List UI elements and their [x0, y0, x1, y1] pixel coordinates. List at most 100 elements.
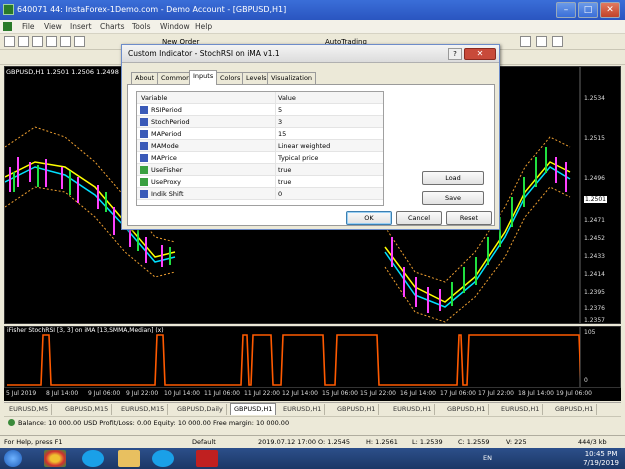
- chart-tab[interactable]: EURUSD,H1: [498, 404, 544, 415]
- param-row[interactable]: MAPeriod 15: [137, 128, 383, 140]
- time-label: 17 Jul 06:00: [440, 390, 476, 397]
- dialog-close-button[interactable]: ✕: [464, 48, 496, 60]
- time-label: 18 Jul 14:00: [518, 390, 554, 397]
- minimize-button[interactable]: –: [556, 2, 576, 18]
- chart-tab[interactable]: EURUSD,H1: [390, 404, 436, 415]
- ind-scale-label: 0: [584, 377, 588, 384]
- metatrader-icon[interactable]: [196, 450, 218, 467]
- indicator-scale: 105 0: [580, 326, 621, 388]
- int-param-icon: [140, 118, 148, 126]
- menu-tools[interactable]: Tools: [132, 22, 150, 31]
- chart-tab[interactable]: GBPUSD,H1: [334, 404, 380, 415]
- market-watch-icon[interactable]: [32, 36, 43, 47]
- price-label: 1.2376: [584, 305, 605, 312]
- maximize-button[interactable]: □: [578, 2, 598, 18]
- param-name: UseFisher: [151, 166, 183, 174]
- chrome-icon[interactable]: [44, 450, 66, 467]
- menu-insert[interactable]: Insert: [70, 22, 92, 31]
- close-window-button[interactable]: ✕: [600, 2, 620, 18]
- status-volume: V: 225: [506, 438, 527, 446]
- clock-date: 7/19/2019: [583, 459, 619, 467]
- param-row[interactable]: StochPeriod 3: [137, 116, 383, 128]
- grid-header: Variable Value: [137, 92, 383, 104]
- profiles-icon[interactable]: [18, 36, 29, 47]
- col-variable: Variable: [141, 94, 168, 102]
- dialog-help-button[interactable]: ?: [448, 48, 462, 60]
- load-button[interactable]: Load: [422, 171, 484, 185]
- tester-icon[interactable]: [74, 36, 85, 47]
- time-label: 17 Jul 22:00: [478, 390, 514, 397]
- status-low: L: 1.2539: [412, 438, 443, 446]
- int-param-icon: [140, 106, 148, 114]
- param-value[interactable]: Typical price: [278, 154, 318, 162]
- menu-charts[interactable]: Charts: [100, 22, 125, 31]
- zoom-in-icon[interactable]: [520, 36, 531, 47]
- param-value[interactable]: 0: [278, 190, 282, 198]
- chart-tab[interactable]: GBPUSD,Daily: [174, 404, 227, 415]
- balance-text: Balance: 10 000.00 USD Profit/Loss: 0.00…: [18, 419, 290, 427]
- tab-colors[interactable]: Colors: [216, 72, 245, 84]
- tab-about[interactable]: About: [131, 72, 159, 84]
- menu-help[interactable]: Help: [195, 22, 212, 31]
- param-row[interactable]: Indik Shift 0: [137, 188, 383, 200]
- terminal-icon[interactable]: [60, 36, 71, 47]
- new-chart-icon[interactable]: [4, 36, 15, 47]
- chart-tab[interactable]: EURUSD,M15: [118, 404, 169, 415]
- status-close: C: 1.2559: [458, 438, 490, 446]
- skype-icon[interactable]: [82, 450, 104, 467]
- doc-icon: [3, 22, 12, 31]
- menu-file[interactable]: File: [22, 22, 35, 31]
- time-label: 15 Jul 06:00: [322, 390, 358, 397]
- time-label: 5 Jul 2019: [6, 390, 37, 397]
- price-label: 1.2496: [584, 175, 605, 182]
- language-indicator[interactable]: EN: [483, 454, 492, 462]
- time-label: 11 Jul 06:00: [204, 390, 240, 397]
- tile-icon[interactable]: [552, 36, 563, 47]
- param-value[interactable]: 3: [278, 118, 282, 126]
- save-button[interactable]: Save: [422, 191, 484, 205]
- time-label: 8 Jul 14:00: [46, 390, 79, 397]
- param-value[interactable]: 5: [278, 106, 282, 114]
- chart-tab[interactable]: GBPUSD,M15: [62, 404, 113, 415]
- chart-tab[interactable]: GBPUSD,H1: [552, 404, 598, 415]
- param-name: MAPrice: [151, 154, 177, 162]
- menu-view[interactable]: View: [44, 22, 62, 31]
- price-label: 1.2534: [584, 95, 605, 102]
- chart-tab-active[interactable]: GBPUSD,H1: [230, 403, 277, 415]
- param-name: RSIPeriod: [151, 106, 182, 114]
- chart-tab[interactable]: EURUSD,M5: [6, 404, 53, 415]
- param-name: Indik Shift: [151, 190, 184, 198]
- param-name: MAMode: [151, 142, 179, 150]
- ok-button[interactable]: OK: [346, 211, 392, 225]
- param-value[interactable]: 15: [278, 130, 286, 138]
- chart-tab[interactable]: EURUSD,H1: [280, 404, 326, 415]
- clock[interactable]: 10:45 PM 7/19/2019: [583, 450, 619, 468]
- indicator-pane[interactable]: [4, 326, 582, 388]
- zoom-out-icon[interactable]: [536, 36, 547, 47]
- tab-inputs[interactable]: Inputs: [189, 70, 218, 85]
- inputs-grid: Variable Value RSIPeriod 5 StochPeriod 3…: [136, 91, 384, 206]
- param-value[interactable]: true: [278, 178, 291, 186]
- cancel-button[interactable]: Cancel: [396, 211, 442, 225]
- param-value[interactable]: Linear weighted: [278, 142, 330, 150]
- balance-icon: [8, 419, 15, 426]
- dialog-titlebar: Custom Indicator - StochRSI on iMA v1.1 …: [122, 45, 499, 63]
- dialog-title: Custom Indicator - StochRSI on iMA v1.1: [128, 49, 280, 58]
- chart-tab[interactable]: GBPUSD,H1: [444, 404, 490, 415]
- skype-icon-2[interactable]: [152, 450, 174, 467]
- menu-window[interactable]: Window: [160, 22, 190, 31]
- reset-button[interactable]: Reset: [446, 211, 492, 225]
- param-row[interactable]: UseFisher true: [137, 164, 383, 176]
- param-value[interactable]: true: [278, 166, 291, 174]
- navigator-icon[interactable]: [46, 36, 57, 47]
- param-row[interactable]: MAMode Linear weighted: [137, 140, 383, 152]
- param-row[interactable]: MAPrice Typical price: [137, 152, 383, 164]
- current-price-marker: 1.2501: [584, 196, 607, 203]
- param-row[interactable]: RSIPeriod 5: [137, 104, 383, 116]
- start-button[interactable]: [4, 450, 22, 467]
- param-row[interactable]: UseProxy true: [137, 176, 383, 188]
- status-traffic: 444/3 kb: [578, 438, 607, 446]
- explorer-icon[interactable]: [118, 450, 140, 467]
- price-label: 1.2515: [584, 135, 605, 142]
- tab-visualization[interactable]: Visualization: [267, 72, 317, 84]
